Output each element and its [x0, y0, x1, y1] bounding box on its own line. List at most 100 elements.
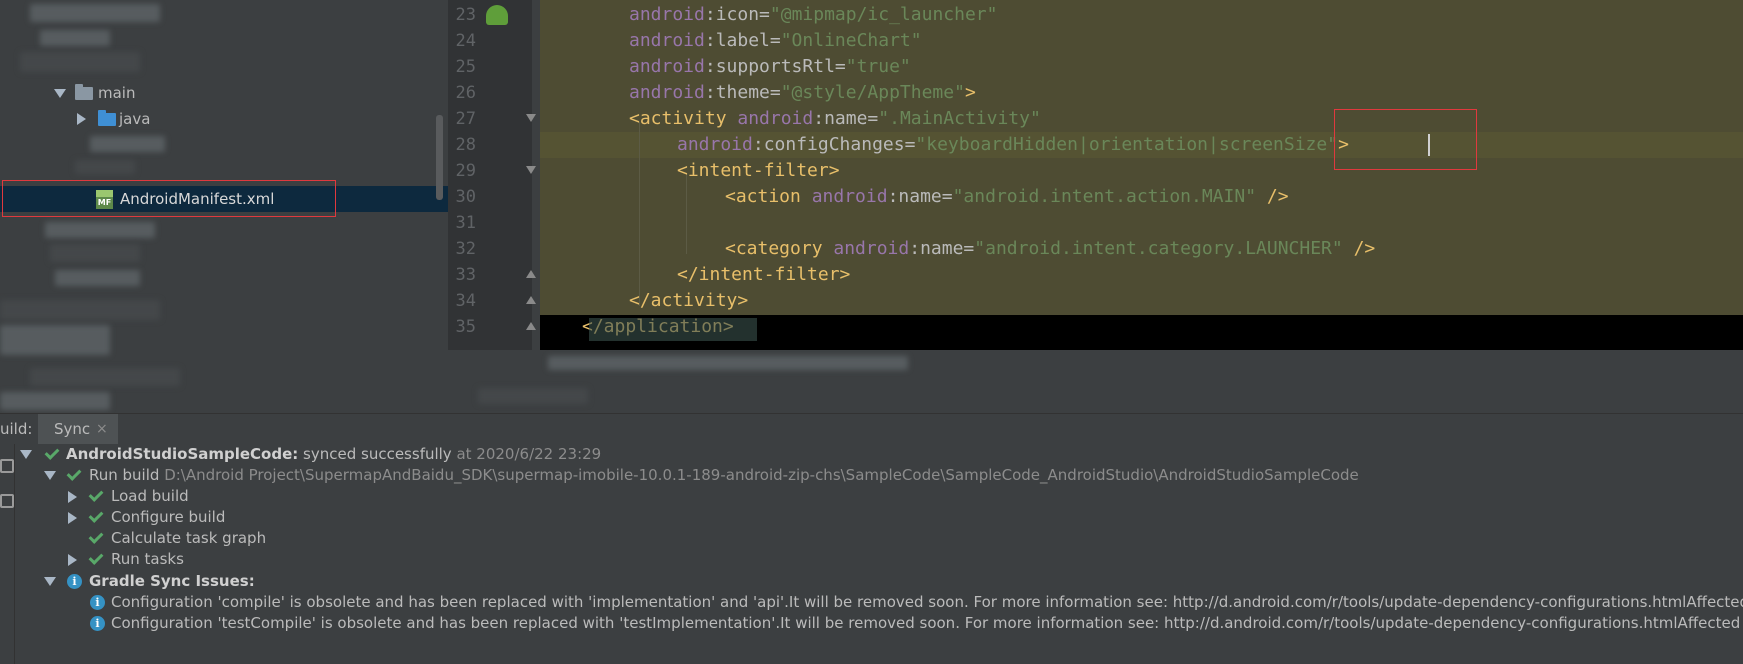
source-folder-icon	[98, 110, 116, 126]
chevron-down-icon[interactable]	[44, 577, 56, 586]
obscured-row	[30, 368, 180, 386]
obscured-row	[30, 4, 160, 22]
obscured-row	[0, 300, 160, 320]
close-icon[interactable]: ×	[96, 414, 108, 444]
code-token: "OnlineChart"	[780, 30, 922, 51]
code-token: </activity>	[629, 290, 749, 311]
line-number: 35	[455, 317, 476, 337]
line-number: 28	[455, 135, 476, 155]
line-number: 32	[455, 239, 476, 259]
code-token: :supportsRtl=	[704, 56, 846, 77]
obscured-row	[75, 160, 135, 174]
tree-scrollbar[interactable]	[436, 115, 443, 200]
line-number: 24	[455, 31, 476, 51]
annotation-highlight-box	[2, 180, 336, 217]
success-check-icon	[88, 490, 102, 500]
android-icon[interactable]	[486, 5, 508, 25]
tree-item-main[interactable]: main	[0, 80, 448, 106]
code-line: </activity>	[629, 288, 748, 314]
code-line: android:theme="@style/AppTheme">	[629, 80, 976, 106]
obscured-row	[40, 30, 110, 46]
chevron-down-icon[interactable]	[44, 471, 56, 480]
code-token: ".MainActivity"	[878, 108, 1041, 129]
indent-guide	[639, 122, 640, 306]
code-token: <category	[725, 238, 834, 259]
chevron-right-icon[interactable]	[68, 512, 77, 524]
code-token: android	[811, 186, 888, 207]
code-token: :name=	[813, 108, 879, 129]
project-path: D:\Android Project\SupermapAndBaidu_SDK\…	[159, 466, 1359, 484]
success-check-icon	[88, 553, 102, 563]
tree-item-java[interactable]: java	[0, 106, 448, 132]
code-token: android	[833, 238, 910, 259]
tree-item-label: java	[119, 110, 151, 128]
code-token: <action	[725, 186, 812, 207]
code-line: <activity android:name=".MainActivity"	[629, 106, 1041, 132]
issue-message: Configuration 'compile' is obsolete and …	[111, 593, 1743, 611]
success-check-icon	[88, 532, 102, 542]
obscured-row	[45, 222, 155, 238]
task-label: Configure build	[111, 508, 226, 526]
obscured-row	[55, 270, 140, 286]
code-line: android:configChanges="keyboardHidden|or…	[677, 132, 1349, 158]
build-row-issue[interactable]: i Configuration 'compile' is obsolete an…	[15, 592, 1743, 613]
code-line: android:label="OnlineChart"	[629, 28, 922, 54]
build-output-tree[interactable]: AndroidStudioSampleCode: synced successf…	[15, 444, 1743, 664]
code-token: "android.intent.category.LAUNCHER"	[974, 238, 1343, 259]
text-caret	[1428, 134, 1430, 156]
obscured-row	[90, 136, 165, 152]
fold-marker-icon[interactable]	[526, 296, 536, 304]
build-row-issue[interactable]: i Configuration 'testCompile' is obsolet…	[15, 613, 1743, 634]
fold-marker-icon[interactable]	[526, 166, 536, 174]
chevron-down-icon[interactable]	[54, 89, 66, 98]
obscured-row	[20, 52, 140, 72]
fold-marker-icon[interactable]	[526, 322, 536, 330]
pin-icon[interactable]	[0, 494, 14, 508]
obscured-row	[50, 244, 140, 262]
success-check-icon	[44, 448, 58, 458]
line-number: 26	[455, 83, 476, 103]
chevron-right-icon[interactable]	[68, 554, 77, 566]
code-line: android:supportsRtl="true"	[629, 54, 911, 80]
indent-guide	[686, 174, 687, 254]
obscured-row	[0, 392, 110, 410]
chevron-right-icon[interactable]	[77, 113, 86, 125]
build-toolbar	[0, 444, 15, 664]
line-number: 30	[455, 187, 476, 207]
success-check-icon	[66, 469, 80, 479]
line-number: 29	[455, 161, 476, 181]
tab-sync-label: Sync	[54, 420, 91, 438]
code-line: </intent-filter>	[677, 262, 850, 288]
code-line: <category android:name="android.intent.c…	[725, 236, 1375, 262]
code-token: android	[629, 56, 705, 77]
code-line: android:icon="@mipmap/ic_launcher"	[629, 2, 997, 28]
code-token: <intent-filter>	[677, 160, 840, 181]
code-line: <action android:name="android.intent.act…	[725, 184, 1289, 210]
project-tree[interactable]: main java AndroidManifest.xml MF	[0, 0, 448, 413]
editor-status-area	[448, 350, 1743, 413]
sync-status: synced successfully	[298, 445, 452, 463]
code-token: android	[629, 82, 705, 103]
code-token: <activity	[629, 108, 738, 129]
fold-marker-icon[interactable]	[526, 114, 536, 122]
project-name: AndroidStudioSampleCode:	[66, 445, 299, 463]
line-number: 31	[455, 213, 476, 233]
task-label: Run tasks	[111, 550, 184, 568]
restart-icon[interactable]	[0, 459, 14, 473]
tab-sync[interactable]: Sync ×	[38, 414, 118, 444]
build-panel-header: uild: Sync ×	[0, 413, 1743, 445]
code-token: />	[1342, 238, 1376, 259]
info-icon: i	[90, 595, 105, 610]
code-token: :name=	[909, 238, 975, 259]
code-token: "keyboardHidden|orientation|screenSize"	[915, 134, 1339, 155]
code-token: android	[629, 4, 705, 25]
code-token: :icon=	[704, 4, 770, 25]
build-panel-label: uild:	[0, 420, 33, 438]
chevron-right-icon[interactable]	[68, 491, 77, 503]
info-icon: i	[90, 616, 105, 631]
obscured-row	[548, 356, 908, 370]
task-label: Calculate task graph	[111, 529, 267, 547]
fold-marker-icon[interactable]	[526, 270, 536, 278]
chevron-down-icon[interactable]	[20, 450, 32, 459]
code-editor[interactable]: android:icon="@mipmap/ic_launcher" androi…	[540, 0, 1743, 350]
